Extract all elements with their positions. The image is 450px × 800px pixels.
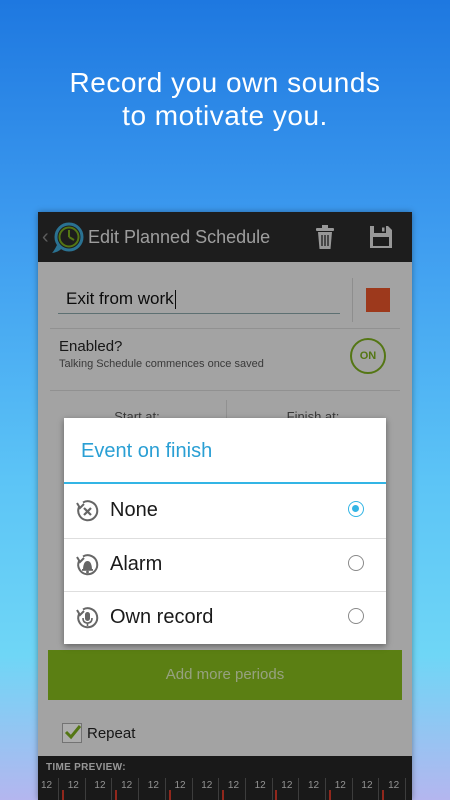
option-none-radio[interactable]: [348, 501, 364, 517]
event-on-finish-dialog: Event on finish None Alarm Own record: [64, 418, 386, 644]
option-own-record[interactable]: Own record: [64, 592, 386, 644]
option-own-record-label: Own record: [110, 606, 214, 628]
option-none[interactable]: None: [64, 485, 386, 537]
headline-line-1: Record you own sounds: [69, 67, 381, 98]
bell-icon: [76, 554, 99, 576]
microphone-icon: [76, 607, 99, 629]
option-alarm-radio[interactable]: [348, 555, 364, 571]
option-alarm[interactable]: Alarm: [64, 539, 386, 591]
option-own-record-radio[interactable]: [348, 608, 364, 624]
dialog-title-divider: [64, 482, 386, 484]
option-alarm-label: Alarm: [110, 553, 163, 575]
dialog-title: Event on finish: [81, 440, 213, 462]
option-none-label: None: [110, 499, 158, 521]
cancel-x-icon: [76, 500, 99, 522]
headline-line-2: to motivate you.: [122, 100, 328, 131]
promo-headline: Record you own sounds to motivate you.: [0, 66, 450, 132]
